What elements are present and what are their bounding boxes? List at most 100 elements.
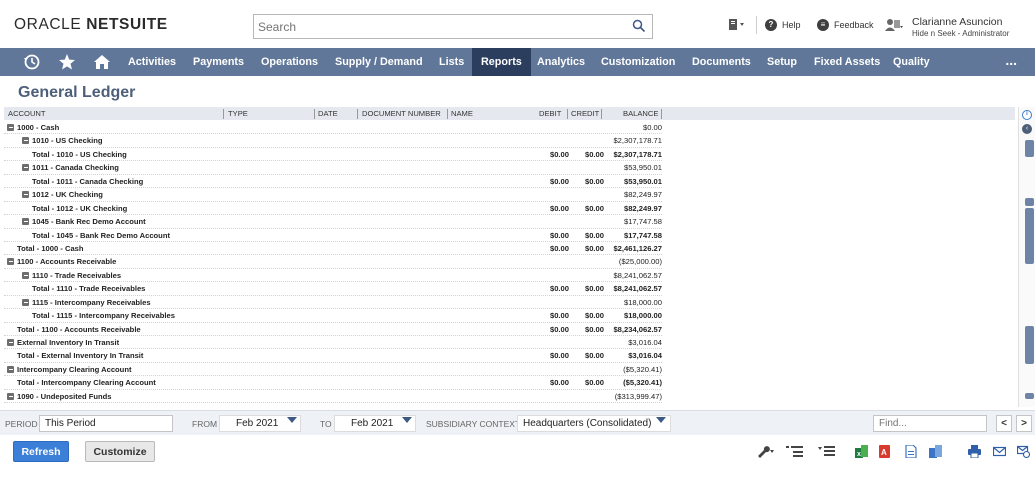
table-row[interactable]: 1110 - Trade Receivables $8,241,062.57 bbox=[4, 269, 662, 283]
collapse-minus-icon[interactable] bbox=[7, 258, 14, 266]
nav-documents[interactable]: Documents bbox=[692, 48, 751, 76]
print-icon[interactable] bbox=[968, 445, 981, 458]
table-row[interactable]: 1090 - Undeposited Funds ($313,999.47) bbox=[4, 390, 662, 404]
table-row[interactable]: 1100 - Accounts Receivable ($25,000.00) bbox=[4, 255, 662, 269]
column-credit[interactable]: CREDIT bbox=[571, 109, 599, 118]
collapse-minus-icon[interactable] bbox=[22, 218, 29, 226]
star-icon[interactable] bbox=[58, 53, 76, 71]
subsidiary-context-select[interactable]: Headquarters (Consolidated) bbox=[517, 415, 671, 432]
column-divider[interactable] bbox=[357, 109, 358, 119]
column-divider[interactable] bbox=[314, 109, 315, 119]
table-row[interactable]: Total - Intercompany Clearing Account $0.… bbox=[4, 376, 662, 390]
nav-payments[interactable]: Payments bbox=[193, 48, 244, 76]
nav-supply-demand[interactable]: Supply / Demand bbox=[335, 48, 423, 76]
column-debit[interactable]: DEBIT bbox=[539, 109, 561, 118]
email-icon[interactable] bbox=[993, 445, 1006, 458]
column-divider[interactable] bbox=[223, 109, 224, 119]
from-dropdown-icon[interactable] bbox=[287, 417, 297, 423]
table-row[interactable]: Total - 1012 - UK Checking $0.00 $0.00 $82,… bbox=[4, 202, 662, 216]
to-dropdown-icon[interactable] bbox=[402, 417, 412, 423]
nav-reports[interactable]: Reports bbox=[472, 48, 531, 76]
nav-analytics[interactable]: Analytics bbox=[537, 48, 585, 76]
collapse-all-icon[interactable] bbox=[785, 445, 805, 458]
refresh-button[interactable]: Refresh bbox=[13, 441, 69, 462]
next-page-button[interactable]: > bbox=[1016, 415, 1032, 432]
previous-page-button[interactable]: < bbox=[996, 415, 1012, 432]
pdf-export-icon[interactable]: A bbox=[878, 445, 891, 458]
column-date[interactable]: DATE bbox=[318, 109, 338, 118]
nav-customization[interactable]: Customization bbox=[601, 48, 675, 76]
column-account[interactable]: ACCOUNT bbox=[8, 109, 46, 118]
collapse-minus-icon[interactable] bbox=[22, 271, 29, 279]
home-icon[interactable] bbox=[93, 53, 111, 71]
table-row[interactable]: Total - External Inventory In Transit $0.… bbox=[4, 349, 662, 363]
collapse-minus-icon[interactable] bbox=[22, 137, 29, 145]
help-link[interactable]: ? Help bbox=[765, 19, 801, 31]
user-role[interactable]: Hide n Seek - Administrator bbox=[912, 29, 1009, 38]
collapse-minus-icon[interactable] bbox=[7, 339, 14, 346]
nav-operations[interactable]: Operations bbox=[261, 48, 318, 76]
wrench-menu-icon[interactable] bbox=[756, 445, 776, 458]
collapse-minus-icon[interactable] bbox=[7, 124, 14, 131]
table-row[interactable]: Total - 1011 - Canada Checking $0.00 $0.00… bbox=[4, 175, 662, 189]
column-divider[interactable] bbox=[447, 109, 448, 119]
global-search[interactable] bbox=[253, 14, 653, 39]
history-icon[interactable] bbox=[23, 53, 41, 71]
scroll-marker[interactable] bbox=[1025, 393, 1034, 399]
table-row[interactable]: Total - 1115 - Intercompany Receivables $… bbox=[4, 309, 662, 323]
column-type[interactable]: TYPE bbox=[228, 109, 248, 118]
table-row[interactable]: 1115 - Intercompany Receivables $18,000.0… bbox=[4, 296, 662, 310]
user-name[interactable]: Clarianne Asuncion bbox=[912, 16, 1002, 28]
column-divider[interactable] bbox=[601, 109, 602, 119]
collapse-minus-icon[interactable] bbox=[22, 298, 29, 306]
csv-export-icon[interactable] bbox=[904, 445, 917, 458]
column-divider[interactable] bbox=[661, 109, 662, 119]
collapse-minus-icon[interactable] bbox=[22, 191, 29, 199]
table-row[interactable]: Total - 1110 - Trade Receivables $0.00 $0.… bbox=[4, 282, 662, 296]
table-row[interactable]: 1011 - Canada Checking $53,950.01 bbox=[4, 161, 662, 175]
info-icon[interactable]: i bbox=[1022, 110, 1032, 120]
expand-all-icon[interactable] bbox=[817, 445, 837, 458]
column-divider[interactable] bbox=[567, 109, 568, 119]
table-row[interactable]: Total - 1000 - Cash $0.00 $0.00 $2,461,126.… bbox=[4, 242, 662, 256]
table-row[interactable]: 1045 - Bank Rec Demo Account $17,747.58 bbox=[4, 215, 662, 229]
nav-quality[interactable]: Quality bbox=[893, 48, 930, 76]
table-row[interactable]: 1012 - UK Checking $82,249.97 bbox=[4, 188, 662, 202]
recent-records-icon[interactable] bbox=[728, 18, 746, 32]
scrollbar-thumb[interactable] bbox=[1025, 208, 1034, 264]
excel-export-icon[interactable]: x bbox=[855, 445, 868, 458]
table-row[interactable]: 1000 - Cash $0.00 bbox=[4, 121, 662, 135]
customize-button[interactable]: Customize bbox=[85, 441, 155, 462]
table-row[interactable]: Total - 1100 - Accounts Receivable $0.00 $… bbox=[4, 323, 662, 336]
netsuite-logo[interactable]: ORACLE NETSUITE bbox=[14, 16, 168, 34]
scroll-marker[interactable] bbox=[1025, 198, 1034, 206]
table-row[interactable]: 1010 - US Checking $2,307,178.71 bbox=[4, 134, 662, 148]
collapse-minus-icon[interactable] bbox=[7, 392, 14, 400]
collapse-minus-icon[interactable] bbox=[7, 365, 14, 373]
column-document-number[interactable]: DOCUMENT NUMBER bbox=[362, 109, 441, 118]
schedule-email-icon[interactable] bbox=[1017, 445, 1030, 458]
scroll-marker[interactable] bbox=[1025, 326, 1034, 364]
table-row[interactable]: External Inventory In Transit $3,016.04 bbox=[4, 336, 662, 350]
subsidiary-dropdown-icon[interactable] bbox=[656, 417, 666, 423]
collapse-panel-icon[interactable]: ‹ bbox=[1022, 124, 1032, 134]
collapse-minus-icon[interactable] bbox=[22, 164, 29, 172]
table-row[interactable]: Total - 1045 - Bank Rec Demo Account $0.0… bbox=[4, 229, 662, 242]
nav-activities[interactable]: Activities bbox=[128, 48, 176, 76]
table-row[interactable]: Total - 1010 - US Checking $0.00 $0.00 $2,3… bbox=[4, 148, 662, 162]
scrollbar-handle[interactable] bbox=[1025, 140, 1034, 157]
search-input[interactable] bbox=[254, 15, 624, 38]
find-input[interactable] bbox=[873, 415, 987, 432]
column-balance[interactable]: BALANCE bbox=[623, 109, 658, 118]
nav-fixed-assets[interactable]: Fixed Assets bbox=[814, 48, 880, 76]
period-select[interactable]: This Period bbox=[39, 415, 173, 432]
excel-report-icon[interactable] bbox=[929, 445, 942, 458]
column-name[interactable]: NAME bbox=[451, 109, 473, 118]
user-menu-icon[interactable] bbox=[884, 17, 904, 33]
nav-setup[interactable]: Setup bbox=[767, 48, 797, 76]
feedback-link[interactable]: ≡ Feedback bbox=[817, 19, 874, 31]
table-row[interactable]: Intercompany Clearing Account ($5,320.41) bbox=[4, 363, 662, 377]
search-icon[interactable] bbox=[632, 19, 646, 33]
nav-more-menu[interactable]: ... bbox=[1005, 48, 1017, 76]
nav-lists[interactable]: Lists bbox=[439, 48, 464, 76]
